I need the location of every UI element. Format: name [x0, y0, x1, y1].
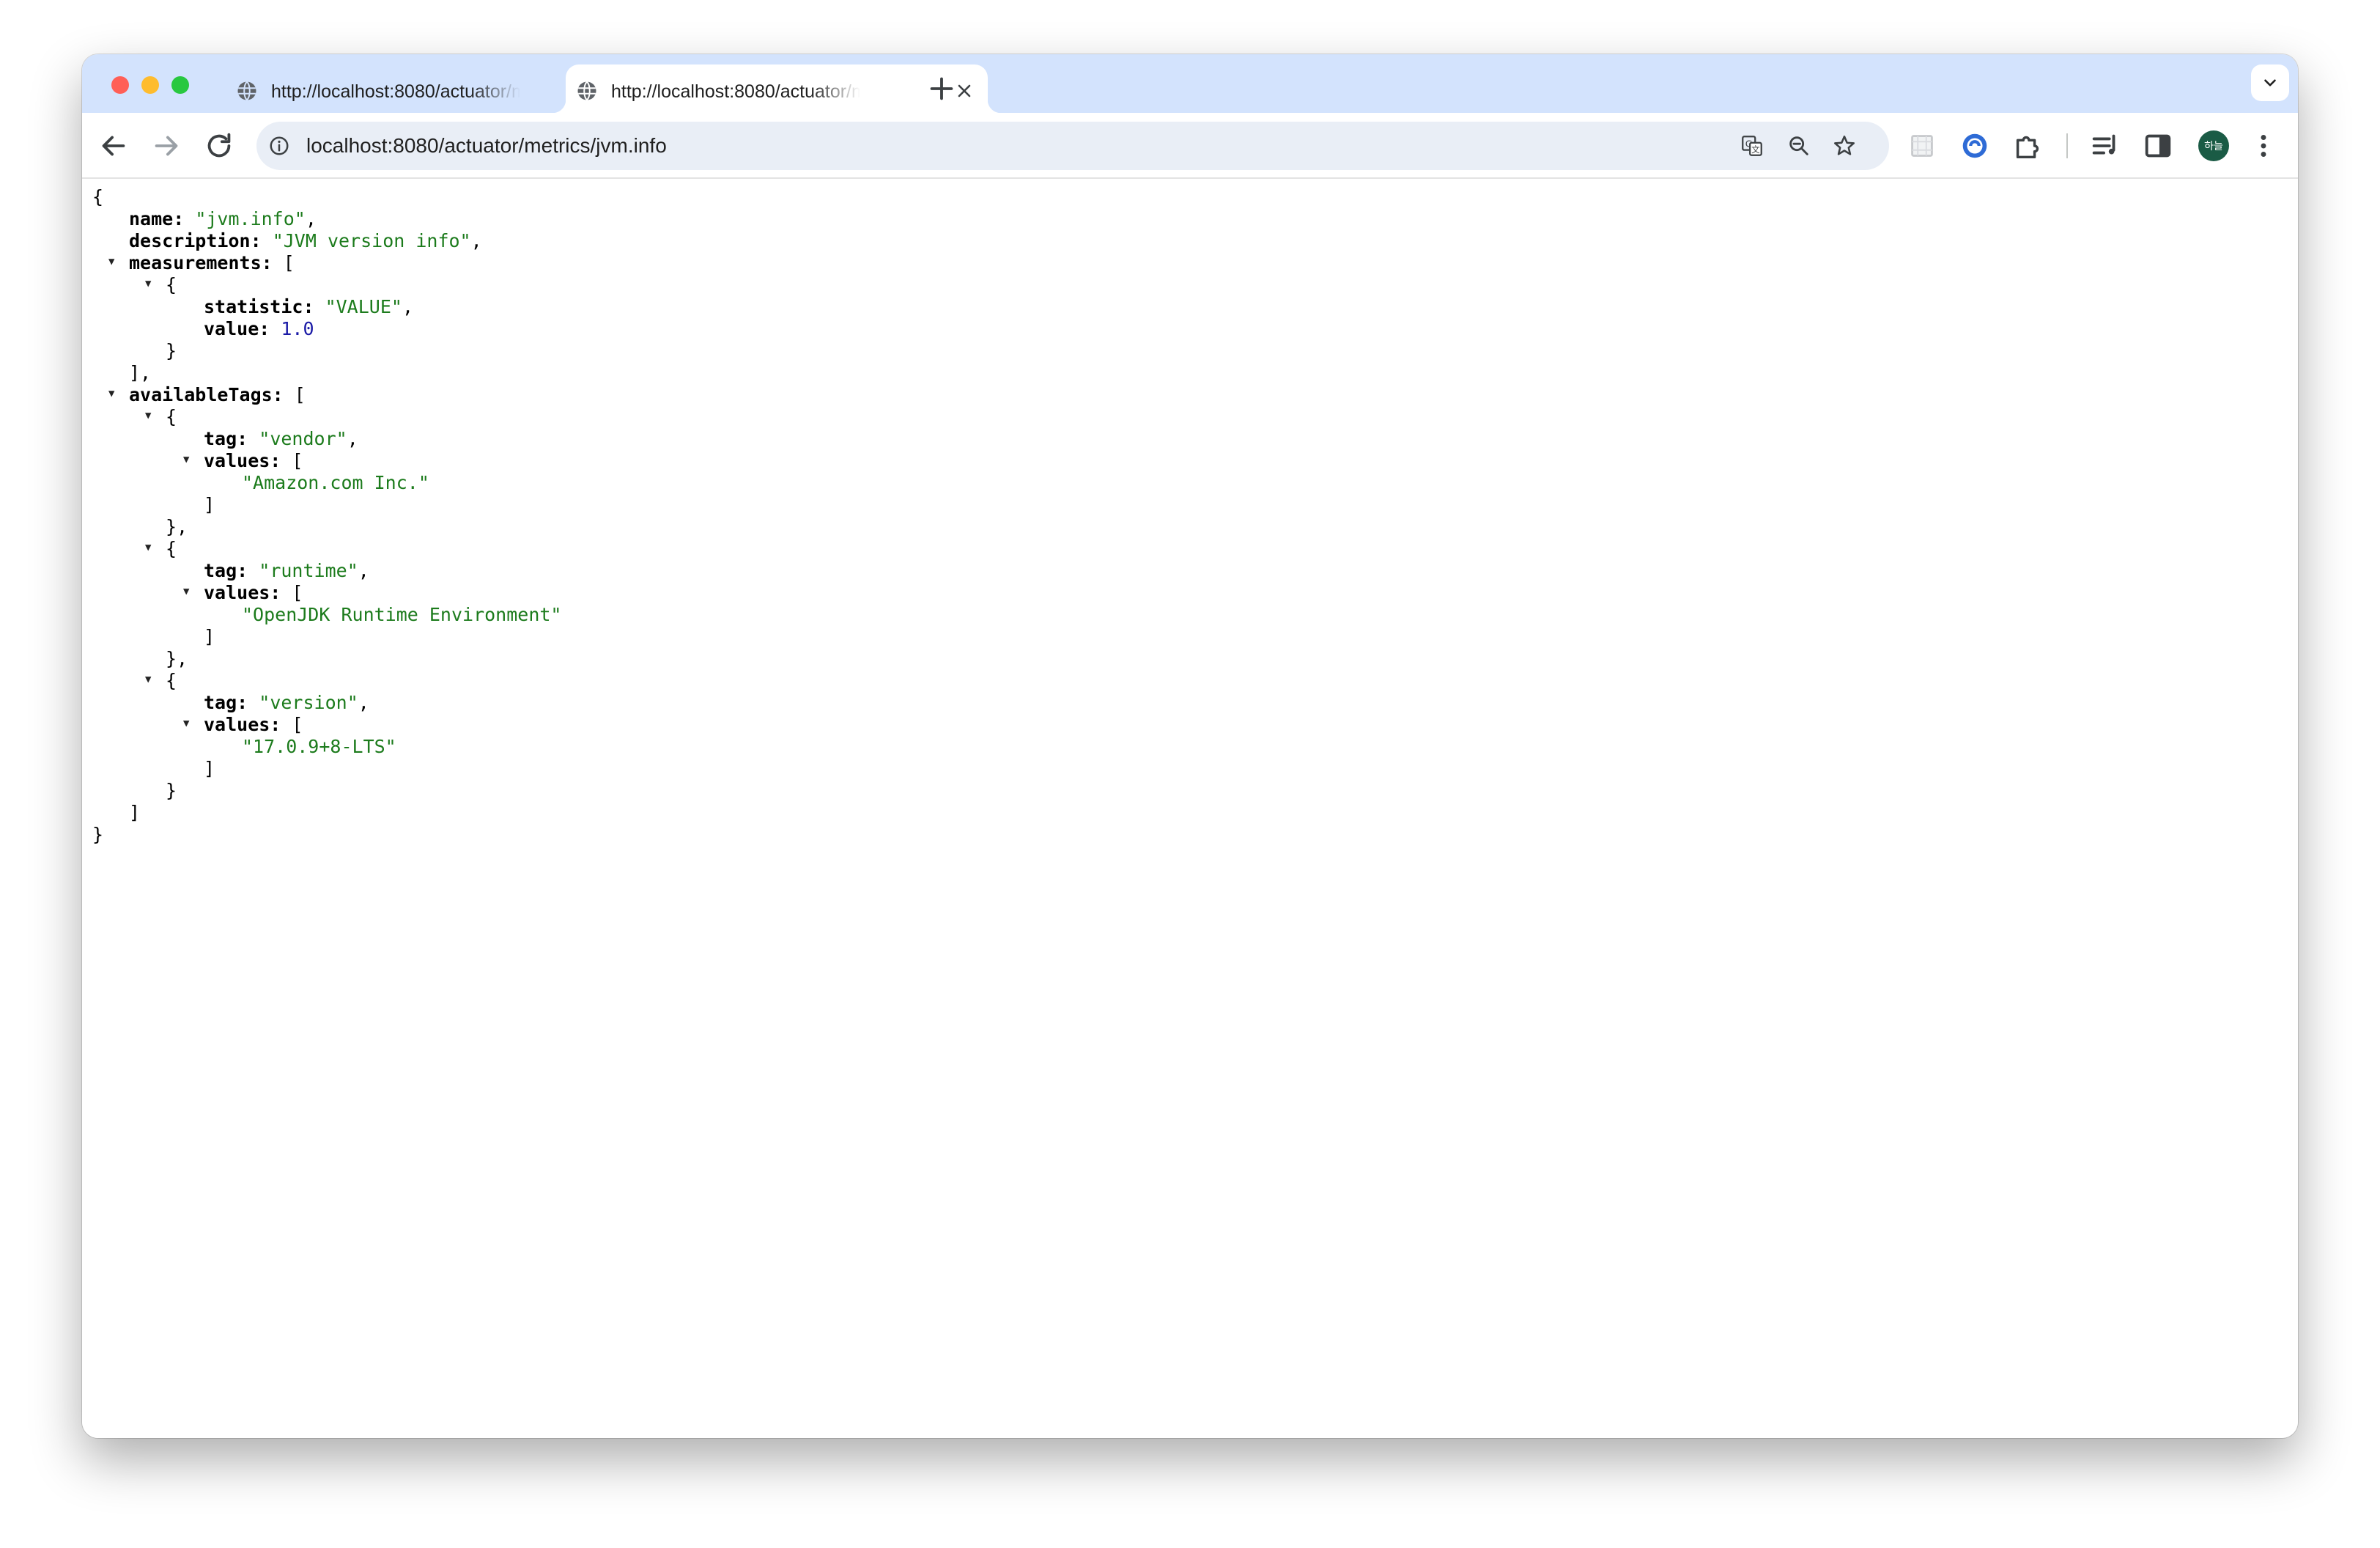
minimize-window-button[interactable] — [141, 76, 159, 94]
json-object-close: } — [166, 340, 177, 361]
tab-title: http://localhost:8080/actuator/metrics/j… — [611, 81, 860, 102]
json-open-brace: { — [92, 186, 104, 207]
url-text: localhost:8080/actuator/metrics/jvm.info — [306, 134, 667, 157]
json-line-tag: tag: "runtime", — [204, 560, 369, 581]
json-object-close: }, — [166, 516, 188, 537]
translate-icon[interactable]: G 文 — [1740, 133, 1764, 158]
json-line-measurements: ▼ measurements: [ — [108, 252, 295, 274]
arrow-right-icon[interactable] — [149, 129, 183, 163]
address-bar[interactable]: localhost:8080/actuator/metrics/jvm.info… — [256, 122, 1889, 170]
json-key: availableTags: — [129, 384, 284, 405]
collapse-triangle-icon[interactable]: ▼ — [108, 252, 119, 274]
json-viewer: { name: "jvm.info", description: "JVM ve… — [92, 186, 562, 846]
zoom-out-icon[interactable] — [1786, 133, 1811, 158]
close-window-button[interactable] — [111, 76, 129, 94]
json-line-tag: tag: "version", — [204, 692, 369, 713]
json-array-close: ] — [204, 626, 215, 647]
page-content: { name: "jvm.info", description: "JVM ve… — [82, 180, 2298, 1438]
json-array-close: ] — [204, 494, 215, 515]
new-tab-plus-icon[interactable] — [925, 72, 958, 106]
svg-text:文: 文 — [1751, 144, 1759, 155]
json-line-tag: tag: "vendor", — [204, 428, 358, 449]
collapse-triangle-icon[interactable]: ▼ — [145, 406, 155, 428]
extension-blue-icon[interactable] — [1958, 129, 1992, 163]
collapse-triangle-icon[interactable]: ▼ — [183, 714, 193, 736]
json-string: "JVM version info" — [272, 230, 471, 251]
json-line-values: ▼ values: [ — [183, 450, 303, 472]
json-close-brace: } — [92, 824, 104, 845]
collapse-triangle-icon[interactable]: ▼ — [183, 582, 193, 604]
reading-list-icon[interactable] — [2088, 129, 2122, 163]
json-line-values: ▼ values: [ — [183, 714, 303, 736]
json-array-close: ], — [129, 362, 152, 383]
json-object-open: ▼{ — [145, 670, 177, 692]
json-string: "17.0.9+8-LTS" — [242, 736, 396, 757]
tab-search-button[interactable] — [2251, 64, 2289, 101]
json-key: values: — [204, 450, 281, 471]
json-line-value: value: 1.0 — [92, 318, 562, 340]
json-string: "vendor" — [259, 428, 347, 449]
tab-strip: http://localhost:8080/actuator/metrics h… — [82, 54, 2298, 113]
json-array-close: ] — [129, 802, 141, 823]
json-string: "version" — [259, 692, 358, 713]
collapse-triangle-icon[interactable]: ▼ — [183, 450, 193, 472]
json-array-item: "Amazon.com Inc." — [92, 472, 562, 494]
profile-avatar[interactable]: 하늘 — [2198, 130, 2229, 161]
json-array-close: ] — [204, 758, 215, 779]
json-string: "Amazon.com Inc." — [242, 472, 429, 493]
json-key: tag: — [204, 692, 248, 713]
collapse-triangle-icon[interactable]: ▼ — [145, 538, 155, 560]
toolbar-divider — [2066, 133, 2068, 158]
json-string: "jvm.info" — [195, 208, 306, 229]
reload-icon[interactable] — [202, 129, 236, 163]
json-key: values: — [204, 714, 281, 735]
json-object-close: }, — [166, 648, 188, 669]
json-object-open: ▼{ — [145, 406, 177, 428]
json-line-description: description: "JVM version info", — [129, 230, 482, 251]
arrow-left-icon[interactable] — [97, 129, 130, 163]
puzzle-icon[interactable] — [2011, 129, 2044, 163]
kebab-menu-icon[interactable] — [2247, 129, 2280, 163]
json-string: "VALUE" — [325, 296, 402, 317]
info-icon[interactable] — [268, 135, 290, 157]
json-string: "OpenJDK Runtime Environment" — [242, 604, 562, 625]
json-object-open: ▼{ — [145, 538, 177, 560]
collapse-triangle-icon[interactable]: ▼ — [145, 274, 155, 296]
json-line-available-tags: ▼ availableTags: [ — [108, 384, 306, 406]
collapse-triangle-icon[interactable]: ▼ — [145, 670, 155, 692]
json-number: 1.0 — [281, 318, 314, 339]
json-key: name: — [129, 208, 185, 229]
tab-title: http://localhost:8080/actuator/metrics — [271, 81, 520, 102]
json-line-name: name: "jvm.info", — [129, 208, 317, 229]
collapse-triangle-icon[interactable]: ▼ — [108, 384, 119, 406]
browser-window: http://localhost:8080/actuator/metrics h… — [82, 54, 2298, 1438]
json-key: value: — [204, 318, 270, 339]
json-object-close: } — [166, 780, 177, 801]
toolbar: localhost:8080/actuator/metrics/jvm.info… — [82, 113, 2298, 179]
json-key: values: — [204, 582, 281, 603]
json-key: tag: — [204, 428, 248, 449]
side-panel-icon[interactable] — [2141, 129, 2175, 163]
fullscreen-window-button[interactable] — [171, 76, 189, 94]
json-object-open: ▼{ — [145, 274, 177, 296]
json-array-item: "OpenJDK Runtime Environment" — [92, 604, 562, 626]
json-key: description: — [129, 230, 262, 251]
star-icon[interactable] — [1832, 133, 1857, 158]
json-array-item: "17.0.9+8-LTS" — [92, 736, 562, 758]
json-key: statistic: — [204, 296, 314, 317]
extension-grid-icon[interactable] — [1905, 129, 1939, 163]
json-line-statistic: statistic: "VALUE", — [204, 296, 413, 317]
globe-icon — [237, 81, 256, 101]
json-key: measurements: — [129, 252, 273, 273]
json-key: tag: — [204, 560, 248, 581]
globe-icon — [577, 81, 596, 101]
json-line-values: ▼ values: [ — [183, 582, 303, 604]
chevron-down-icon — [2264, 79, 2276, 86]
json-string: "runtime" — [259, 560, 358, 581]
